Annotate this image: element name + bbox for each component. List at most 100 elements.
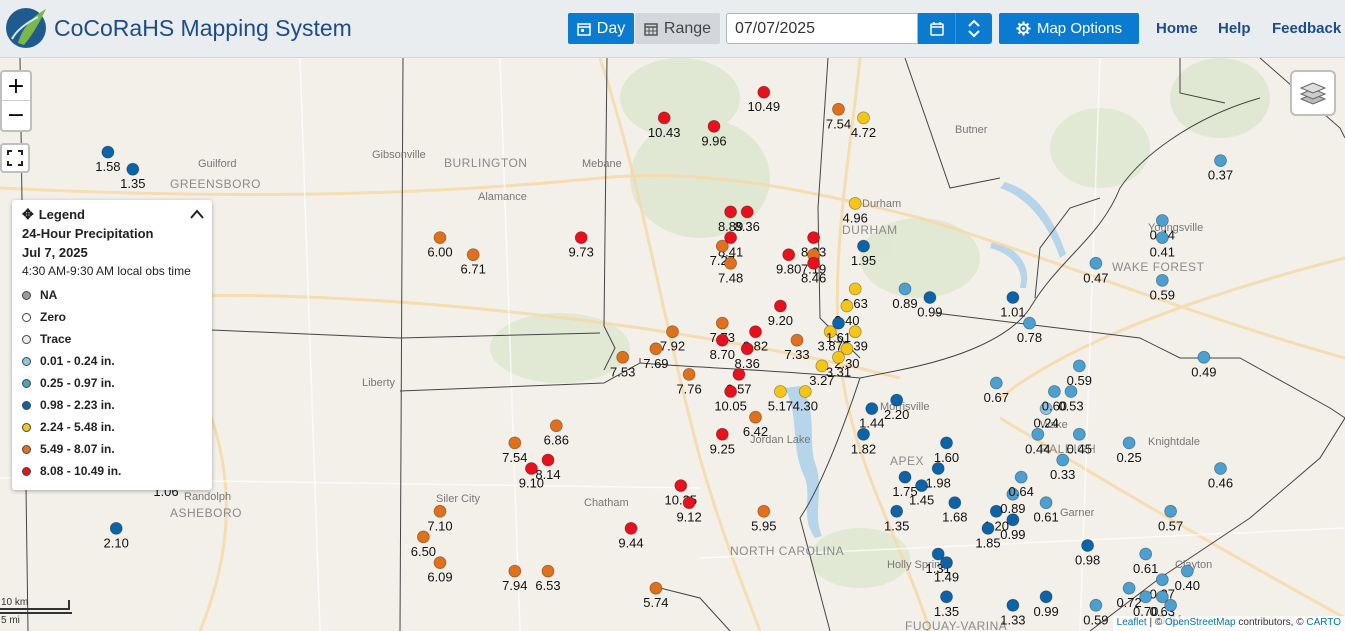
station-marker[interactable] bbox=[890, 504, 904, 518]
chevron-up-icon[interactable] bbox=[968, 19, 980, 27]
station-marker[interactable] bbox=[1014, 470, 1028, 484]
station-marker[interactable] bbox=[1072, 427, 1086, 441]
calendar-picker-button[interactable] bbox=[918, 13, 955, 44]
station-marker[interactable] bbox=[798, 385, 812, 398]
station-marker[interactable] bbox=[931, 462, 945, 475]
station-marker[interactable] bbox=[832, 316, 845, 330]
chevron-down-icon[interactable] bbox=[968, 30, 980, 38]
station-marker[interactable] bbox=[1006, 598, 1020, 612]
station-marker[interactable] bbox=[857, 111, 870, 125]
station-marker[interactable] bbox=[707, 120, 721, 133]
station-marker[interactable] bbox=[898, 282, 912, 296]
station-marker[interactable] bbox=[433, 504, 447, 518]
station-marker[interactable] bbox=[574, 231, 588, 245]
station-marker[interactable] bbox=[840, 299, 854, 313]
osm-link[interactable]: OpenStreetMap bbox=[1165, 617, 1236, 628]
station-marker[interactable] bbox=[541, 564, 555, 578]
date-stepper[interactable] bbox=[955, 13, 992, 44]
station-marker[interactable] bbox=[109, 521, 123, 535]
station-marker[interactable] bbox=[682, 367, 696, 381]
station-marker[interactable] bbox=[1039, 590, 1053, 604]
station-marker[interactable] bbox=[749, 325, 762, 339]
station-marker[interactable] bbox=[848, 325, 862, 339]
station-marker[interactable] bbox=[715, 239, 729, 253]
station-marker[interactable] bbox=[657, 111, 671, 125]
station-marker[interactable] bbox=[807, 256, 820, 270]
date-input[interactable] bbox=[726, 13, 918, 44]
station-marker[interactable] bbox=[940, 556, 953, 570]
fullscreen-button[interactable] bbox=[0, 143, 30, 173]
station-marker[interactable] bbox=[416, 530, 430, 544]
nav-feedback-link[interactable]: Feedback bbox=[1272, 20, 1341, 37]
station-marker[interactable] bbox=[1214, 462, 1227, 475]
station-marker[interactable] bbox=[466, 248, 480, 262]
station-marker[interactable] bbox=[649, 342, 663, 356]
station-marker[interactable] bbox=[1139, 547, 1153, 561]
station-marker[interactable] bbox=[981, 521, 995, 535]
station-marker[interactable] bbox=[1155, 231, 1169, 245]
station-marker[interactable] bbox=[732, 367, 746, 381]
station-marker[interactable] bbox=[649, 581, 663, 595]
station-marker[interactable] bbox=[724, 256, 737, 270]
station-marker[interactable] bbox=[624, 521, 638, 535]
station-marker[interactable] bbox=[1139, 590, 1153, 604]
station-marker[interactable] bbox=[923, 291, 937, 304]
station-marker[interactable] bbox=[740, 205, 754, 219]
station-marker[interactable] bbox=[1155, 214, 1169, 227]
station-marker[interactable] bbox=[715, 316, 729, 330]
nav-home-link[interactable]: Home bbox=[1156, 20, 1198, 37]
station-marker[interactable] bbox=[757, 504, 771, 518]
station-marker[interactable] bbox=[948, 496, 962, 510]
station-marker[interactable] bbox=[666, 325, 679, 339]
station-marker[interactable] bbox=[790, 333, 804, 347]
station-marker[interactable] bbox=[508, 564, 522, 578]
station-marker[interactable] bbox=[1056, 453, 1070, 467]
map-options-button[interactable]: Map Options bbox=[999, 13, 1139, 44]
map-canvas[interactable]: Guilford GREENSBORO BURLINGTON Alamance … bbox=[0, 58, 1345, 631]
station-marker[interactable] bbox=[724, 205, 737, 219]
station-marker[interactable] bbox=[865, 402, 879, 416]
station-marker[interactable] bbox=[774, 299, 787, 313]
station-marker[interactable] bbox=[1006, 291, 1020, 304]
station-marker[interactable] bbox=[857, 427, 870, 441]
station-marker[interactable] bbox=[1164, 598, 1177, 612]
station-marker[interactable] bbox=[101, 145, 115, 159]
range-button[interactable]: Range bbox=[635, 13, 720, 44]
station-marker[interactable] bbox=[1089, 256, 1103, 270]
station-marker[interactable] bbox=[1164, 504, 1177, 518]
station-marker[interactable] bbox=[1155, 273, 1169, 287]
station-marker[interactable] bbox=[525, 462, 538, 475]
station-marker[interactable] bbox=[749, 410, 762, 424]
station-marker[interactable] bbox=[1072, 359, 1086, 373]
station-marker[interactable] bbox=[940, 590, 953, 604]
station-marker[interactable] bbox=[989, 376, 1003, 390]
station-marker[interactable] bbox=[1122, 436, 1136, 450]
zoom-out-button[interactable]: − bbox=[2, 101, 30, 130]
station-marker[interactable] bbox=[126, 162, 140, 176]
station-marker[interactable] bbox=[433, 231, 447, 245]
station-marker[interactable] bbox=[890, 393, 904, 407]
station-marker[interactable] bbox=[848, 282, 862, 296]
station-marker[interactable] bbox=[807, 231, 820, 245]
station-marker[interactable] bbox=[774, 385, 787, 398]
station-marker[interactable] bbox=[757, 85, 771, 99]
station-marker[interactable] bbox=[1197, 350, 1211, 364]
station-marker[interactable] bbox=[857, 239, 870, 253]
station-marker[interactable] bbox=[782, 248, 796, 262]
station-marker[interactable] bbox=[815, 359, 829, 373]
station-marker[interactable] bbox=[1089, 598, 1103, 612]
station-marker[interactable] bbox=[1155, 573, 1169, 587]
zoom-in-button[interactable]: + bbox=[2, 72, 30, 101]
station-marker[interactable] bbox=[940, 436, 953, 450]
station-marker[interactable] bbox=[674, 479, 688, 493]
station-marker[interactable] bbox=[832, 102, 845, 116]
station-marker[interactable] bbox=[715, 333, 729, 347]
station-marker[interactable] bbox=[616, 350, 630, 364]
nav-help-link[interactable]: Help bbox=[1218, 20, 1251, 37]
station-marker[interactable] bbox=[1214, 154, 1227, 167]
chevron-up-icon[interactable] bbox=[190, 209, 204, 219]
station-marker[interactable] bbox=[1039, 496, 1053, 510]
station-marker[interactable] bbox=[541, 453, 555, 467]
move-icon[interactable]: ✥ bbox=[22, 206, 34, 223]
station-marker[interactable] bbox=[715, 427, 729, 441]
